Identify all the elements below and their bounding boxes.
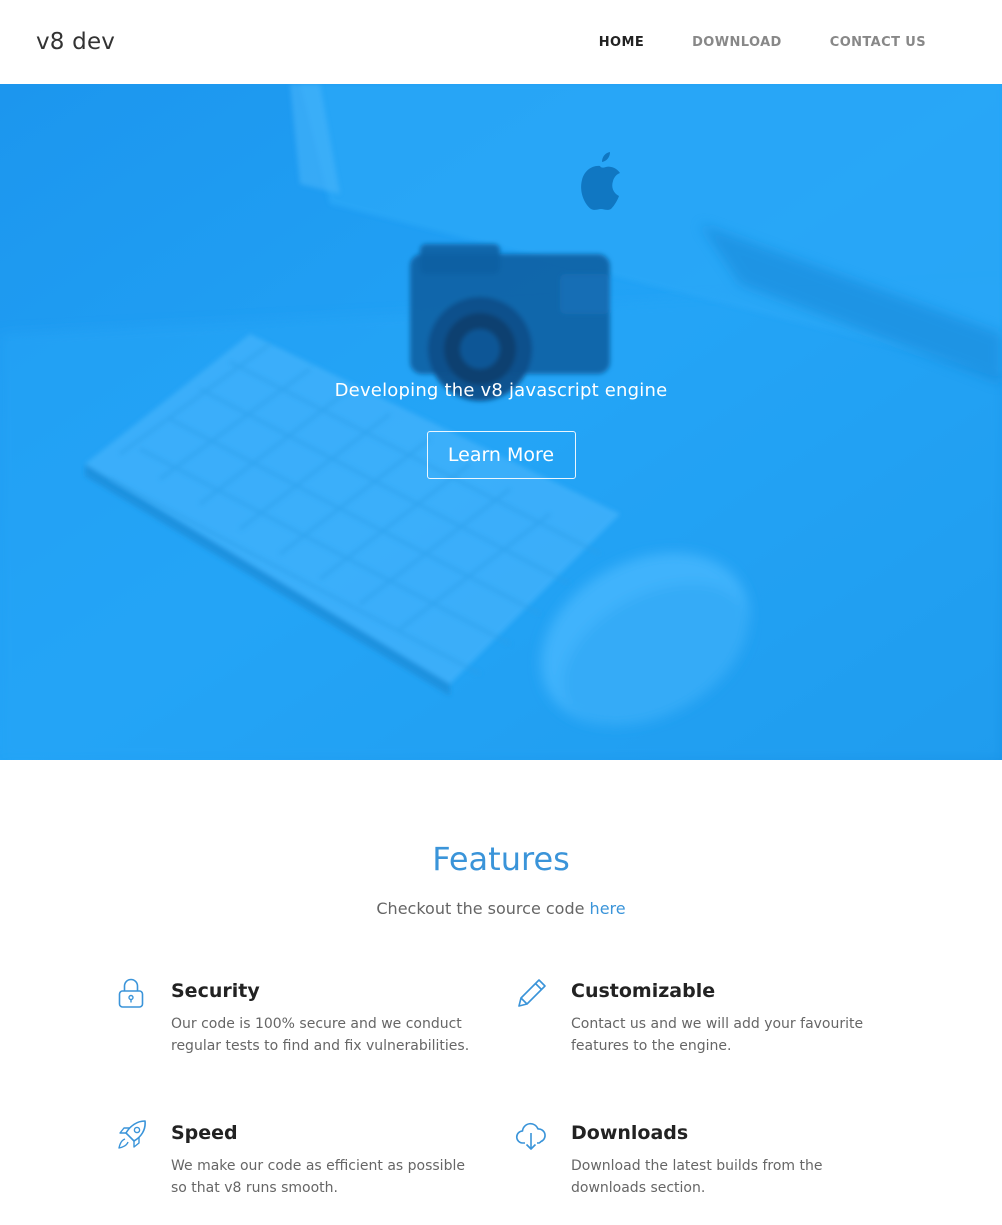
nav-contact-us[interactable]: CONTACT US xyxy=(830,35,926,50)
main-nav: HOME DOWNLOAD CONTACT US xyxy=(599,35,926,50)
source-code-link[interactable]: here xyxy=(590,899,626,918)
learn-more-button[interactable]: Learn More xyxy=(426,431,576,479)
features-title: Features xyxy=(432,840,570,878)
lock-icon xyxy=(118,978,144,1008)
feature-description: We make our code as efficient as possibl… xyxy=(171,1158,465,1196)
feature-title: Security xyxy=(171,980,260,1002)
hero-tagline: Developing the v8 javascript engine xyxy=(334,380,668,401)
features-section: Features Checkout the source code here S… xyxy=(0,760,1002,1225)
nav-download[interactable]: DOWNLOAD xyxy=(692,35,782,50)
feature-description: Download the latest builds from the down… xyxy=(571,1158,823,1196)
feature-title: Speed xyxy=(171,1122,238,1144)
brand-logo[interactable]: v8 dev xyxy=(36,29,115,55)
feature-title: Customizable xyxy=(571,980,716,1002)
features-subtitle-text: Checkout the source code xyxy=(376,899,590,918)
hero-content: Developing the v8 javascript engine Lear… xyxy=(0,380,1002,479)
site-header: v8 dev HOME DOWNLOAD CONTACT US xyxy=(0,0,1002,84)
feature-description: Contact us and we will add your favourit… xyxy=(571,1016,864,1054)
pencil-icon xyxy=(518,979,546,1007)
feature-title: Downloads xyxy=(571,1122,689,1144)
hero-section: Developing the v8 javascript engine Lear… xyxy=(0,84,1002,760)
rocket-icon xyxy=(118,1120,146,1149)
feature-description: Our code is 100% secure and we conduct r… xyxy=(171,1016,470,1054)
cloud-download-icon xyxy=(515,1122,546,1150)
features-subtitle: Checkout the source code here xyxy=(0,899,1002,918)
nav-home[interactable]: HOME xyxy=(599,35,644,50)
